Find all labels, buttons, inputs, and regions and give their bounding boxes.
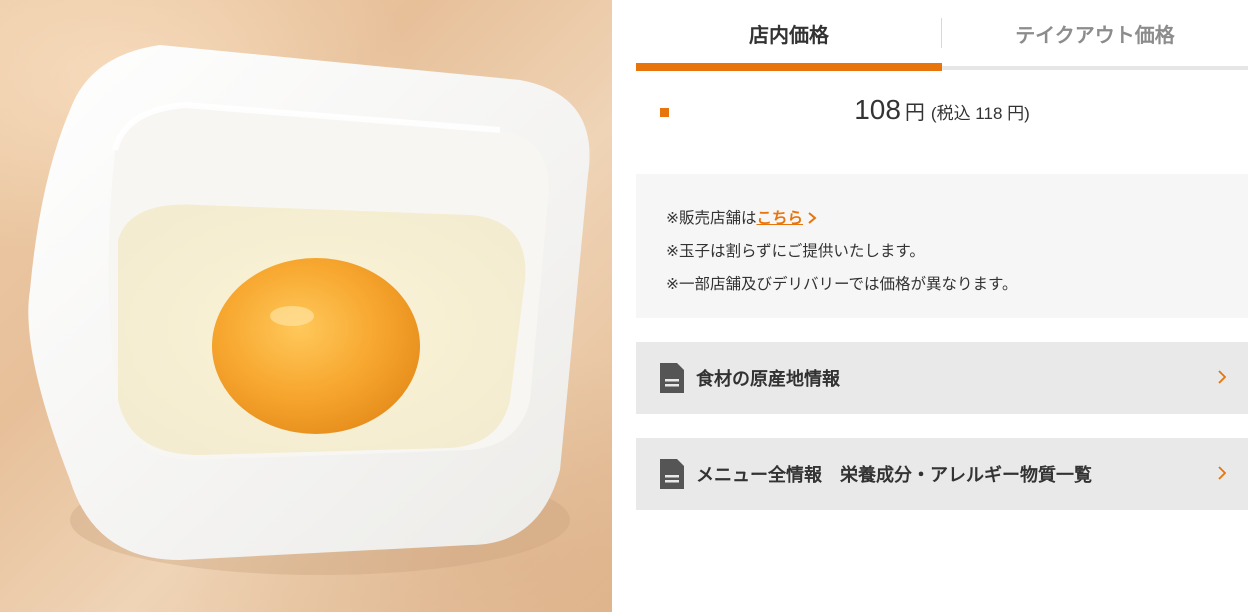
note-egg-line: ※玉子は割らずにご提供いたします。 bbox=[666, 242, 925, 260]
price-tabs: 店内価格 テイクアウト価格 bbox=[636, 0, 1248, 72]
tab-active-indicator bbox=[636, 63, 942, 71]
origin-info-label: 食材の原産地情報 bbox=[696, 369, 840, 390]
menu-full-info-label: メニュー全情報 栄養成分・アレルギー物質一覧 bbox=[696, 465, 1092, 486]
price-row: 108 円 (税込 118 円) bbox=[636, 84, 1248, 140]
document-icon bbox=[660, 363, 684, 393]
store-list-link[interactable]: こちら bbox=[757, 209, 804, 227]
price-currency: 円 bbox=[904, 102, 925, 124]
menu-full-info-link[interactable]: メニュー全情報 栄養成分・アレルギー物質一覧 bbox=[636, 438, 1248, 510]
price-tax-included: (税込 118 円) bbox=[930, 104, 1030, 123]
origin-info-link[interactable]: 食材の原産地情報 bbox=[636, 342, 1248, 414]
chevron-right-icon bbox=[1218, 370, 1227, 384]
tab-takeout-price[interactable]: テイクアウト価格 bbox=[942, 0, 1248, 66]
note-store-prefix: ※販売店舗は bbox=[666, 209, 757, 227]
price-amount: 108 bbox=[854, 94, 901, 125]
notes-box: ※販売店舗はこちら ※玉子は割らずにご提供いたします。 ※一部店舗及びデリバリー… bbox=[636, 174, 1248, 318]
chevron-right-icon bbox=[1218, 466, 1227, 480]
raw-egg-bowl-illustration bbox=[28, 45, 590, 575]
price-text: 108 円 (税込 118 円) bbox=[636, 94, 1248, 126]
tab-instore-price[interactable]: 店内価格 bbox=[636, 0, 942, 66]
product-detail-panel: 店内価格 テイクアウト価格 108 円 (税込 118 円) ※販売店舗はこちら ※… bbox=[636, 0, 1248, 612]
chevron-right-icon[interactable] bbox=[805, 211, 819, 225]
note-price-line: ※一部店舗及びデリバリーでは価格が異なります。 bbox=[666, 275, 1018, 293]
note-store-line: ※販売店舗はこちら bbox=[666, 202, 1248, 235]
product-photo bbox=[0, 0, 612, 612]
document-icon bbox=[660, 459, 684, 489]
